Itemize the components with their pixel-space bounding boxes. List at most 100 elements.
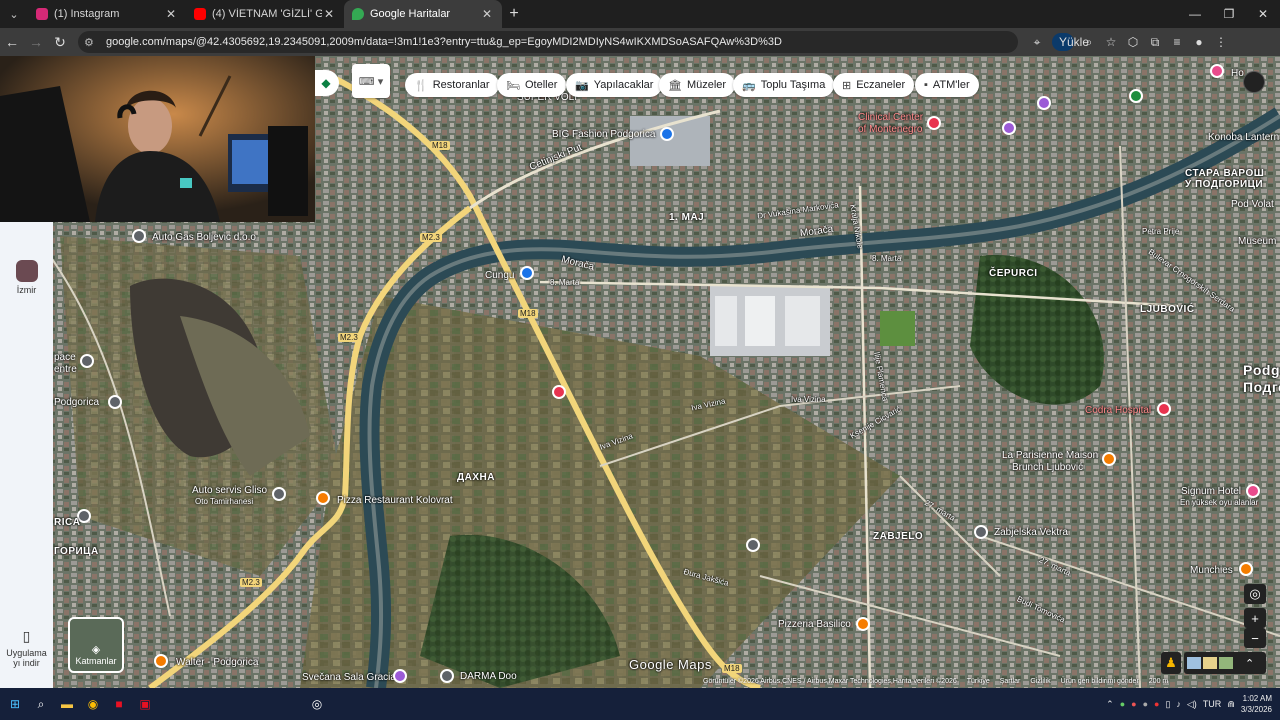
app-icon-red-2[interactable]: ▣ [134, 693, 156, 715]
hotel-pin-icon[interactable] [1246, 484, 1260, 498]
map-label[interactable]: of Montenegro [858, 124, 923, 135]
map-label[interactable]: Ho [1231, 68, 1244, 79]
restaurant-pin-icon[interactable] [316, 491, 330, 505]
place-pin-icon[interactable] [80, 354, 94, 368]
close-window-icon[interactable]: ✕ [1246, 0, 1280, 28]
file-explorer-icon[interactable]: ▬ [56, 693, 78, 715]
gas-pin-icon[interactable] [974, 525, 988, 539]
my-location-button[interactable]: ◎ [1244, 584, 1266, 604]
map-label[interactable]: Signum Hotel [1181, 486, 1241, 497]
map-label[interactable]: Konoba Lantern [1208, 132, 1279, 143]
install-app-button[interactable]: ▯ Uygulama yı indir [0, 628, 53, 668]
map-label[interactable]: Clinical Center [858, 112, 923, 123]
map-label[interactable]: Brunch Ljubović [1012, 462, 1083, 473]
chevron-up-icon[interactable]: ⌃ [1106, 699, 1114, 710]
map-label[interactable]: Walter - Podgorica [176, 657, 258, 668]
close-icon[interactable]: ✕ [164, 7, 178, 21]
hotel-pin-icon[interactable] [1210, 64, 1224, 78]
chip-museums[interactable]: 🏛 Müzeler [659, 73, 736, 97]
map-label[interactable]: Pizzeria Basilico [778, 619, 851, 630]
map-label[interactable]: La Parisienne Maison [1002, 450, 1098, 461]
tray-app-icon[interactable]: ● [1154, 699, 1159, 709]
map-label[interactable]: DARMA Doo [460, 671, 517, 682]
location-icon[interactable]: ⌖ [1026, 35, 1048, 50]
chip-pharmacies[interactable]: ⊞ Eczaneler [833, 73, 915, 97]
tab-instagram[interactable]: (1) Instagram ✕ [28, 0, 186, 28]
recording-icon[interactable]: ◎ [306, 693, 328, 715]
shopping-pin-icon[interactable] [520, 266, 534, 280]
restore-icon[interactable]: ❐ [1212, 0, 1246, 28]
chip-transit[interactable]: 🚌 Toplu Taşıma [733, 73, 835, 97]
chevron-up-icon[interactable]: ⌃ [1245, 657, 1254, 670]
puzzle-icon[interactable]: ⧉ [1144, 35, 1166, 50]
input-tools-button[interactable]: ⌨ ▾ [352, 64, 390, 98]
upload-button[interactable]: Yükle [1052, 33, 1089, 51]
forward-icon[interactable]: → [24, 34, 48, 50]
language-indicator[interactable]: TUR [1203, 699, 1222, 709]
saved-place-izmir[interactable]: İzmir [0, 260, 53, 295]
place-pin-icon[interactable] [1002, 121, 1016, 135]
tab-search-button[interactable]: ⌄ [0, 0, 28, 28]
chip-things-to-do[interactable]: 📷 Yapılacaklar [566, 73, 663, 97]
place-pin-icon[interactable] [746, 538, 760, 552]
satellite-thumb[interactable] [1219, 657, 1233, 669]
chip-atms[interactable]: ▪ ATM'ler [915, 73, 979, 97]
zoom-icon[interactable]: ⌕ [1078, 35, 1100, 50]
hospital-pin-icon[interactable] [927, 116, 941, 130]
hospital-pin-icon[interactable] [1157, 402, 1171, 416]
restaurant-pin-icon[interactable] [856, 617, 870, 631]
media-icon[interactable]: ≡ [1166, 35, 1188, 49]
cafe-pin-icon[interactable] [1102, 452, 1116, 466]
profile-avatar[interactable]: ● [1188, 35, 1210, 49]
tray-app-icon[interactable]: ● [1131, 699, 1136, 709]
terrain-thumb[interactable] [1187, 657, 1201, 669]
restaurant-pin-icon[interactable] [154, 654, 168, 668]
zoom-in-button[interactable]: + [1244, 608, 1266, 628]
map-label[interactable]: entre [54, 364, 77, 375]
site-info-icon[interactable]: ⚙ [84, 36, 100, 49]
back-icon[interactable]: ← [0, 34, 24, 50]
layers-button[interactable]: ◈ Katmanlar [68, 617, 124, 673]
user-avatar[interactable] [1243, 71, 1265, 93]
chip-hotels[interactable]: 🛏 Oteller [497, 73, 567, 97]
tray-app-icon[interactable]: ● [1120, 699, 1125, 709]
tray-app-icon[interactable]: ● [1143, 699, 1148, 709]
bookmark-star-icon[interactable]: ☆ [1100, 35, 1122, 49]
map-label[interactable]: Podgorica [54, 397, 99, 408]
map-label[interactable]: Auto servis Gliso [192, 485, 267, 496]
reload-icon[interactable]: ↻ [48, 34, 72, 51]
map-label[interactable]: Zabjelska Vektra [994, 527, 1068, 538]
map-label[interactable]: Svečana Sala Gracia [302, 672, 396, 683]
place-pin-icon[interactable] [1037, 96, 1051, 110]
battery-icon[interactable]: ▯ [1165, 699, 1170, 710]
map-label[interactable]: Pod Volat [1231, 199, 1274, 210]
menu-kebab-icon[interactable]: ⋮ [1210, 35, 1232, 49]
minimize-icon[interactable]: — [1178, 0, 1212, 28]
place-pin-icon[interactable] [108, 395, 122, 409]
tab-google-maps[interactable]: Google Haritalar ✕ [344, 0, 502, 28]
wifi-icon[interactable]: ⋒ [1227, 699, 1235, 710]
map-label[interactable]: BIG Fashion Podgorica [552, 129, 655, 140]
new-tab-button[interactable]: + [502, 5, 526, 23]
map-label[interactable]: Cungu [485, 270, 514, 281]
close-icon[interactable]: ✕ [480, 7, 494, 21]
pegman-icon[interactable]: ♟ [1161, 652, 1181, 674]
directions-button[interactable]: ◆ [313, 70, 339, 96]
zoom-out-button[interactable]: − [1244, 628, 1266, 648]
start-windows-icon[interactable]: ⊞ [4, 693, 26, 715]
park-pin-icon[interactable] [1129, 89, 1143, 103]
app-icon-red[interactable]: ■ [108, 693, 130, 715]
shopping-pin-icon[interactable] [660, 127, 674, 141]
map-label[interactable]: En yüksek oyu alanlar [1180, 498, 1258, 507]
traffic-thumb[interactable] [1203, 657, 1217, 669]
place-pin-icon[interactable] [440, 669, 454, 683]
chrome-icon[interactable]: ◉ [82, 693, 104, 715]
map-label[interactable]: pace [54, 352, 76, 363]
map-type-thumbnails[interactable]: ⌃ [1184, 652, 1266, 674]
hospital-pin-icon[interactable] [552, 385, 566, 399]
map-label[interactable]: Pizza Restaurant Kolovrat [337, 495, 453, 506]
place-pin-icon[interactable] [393, 669, 407, 683]
restaurant-pin-icon[interactable] [1239, 562, 1253, 576]
close-icon[interactable]: ✕ [322, 7, 336, 21]
map-label[interactable]: Oto Tamirhanesi [195, 497, 253, 506]
